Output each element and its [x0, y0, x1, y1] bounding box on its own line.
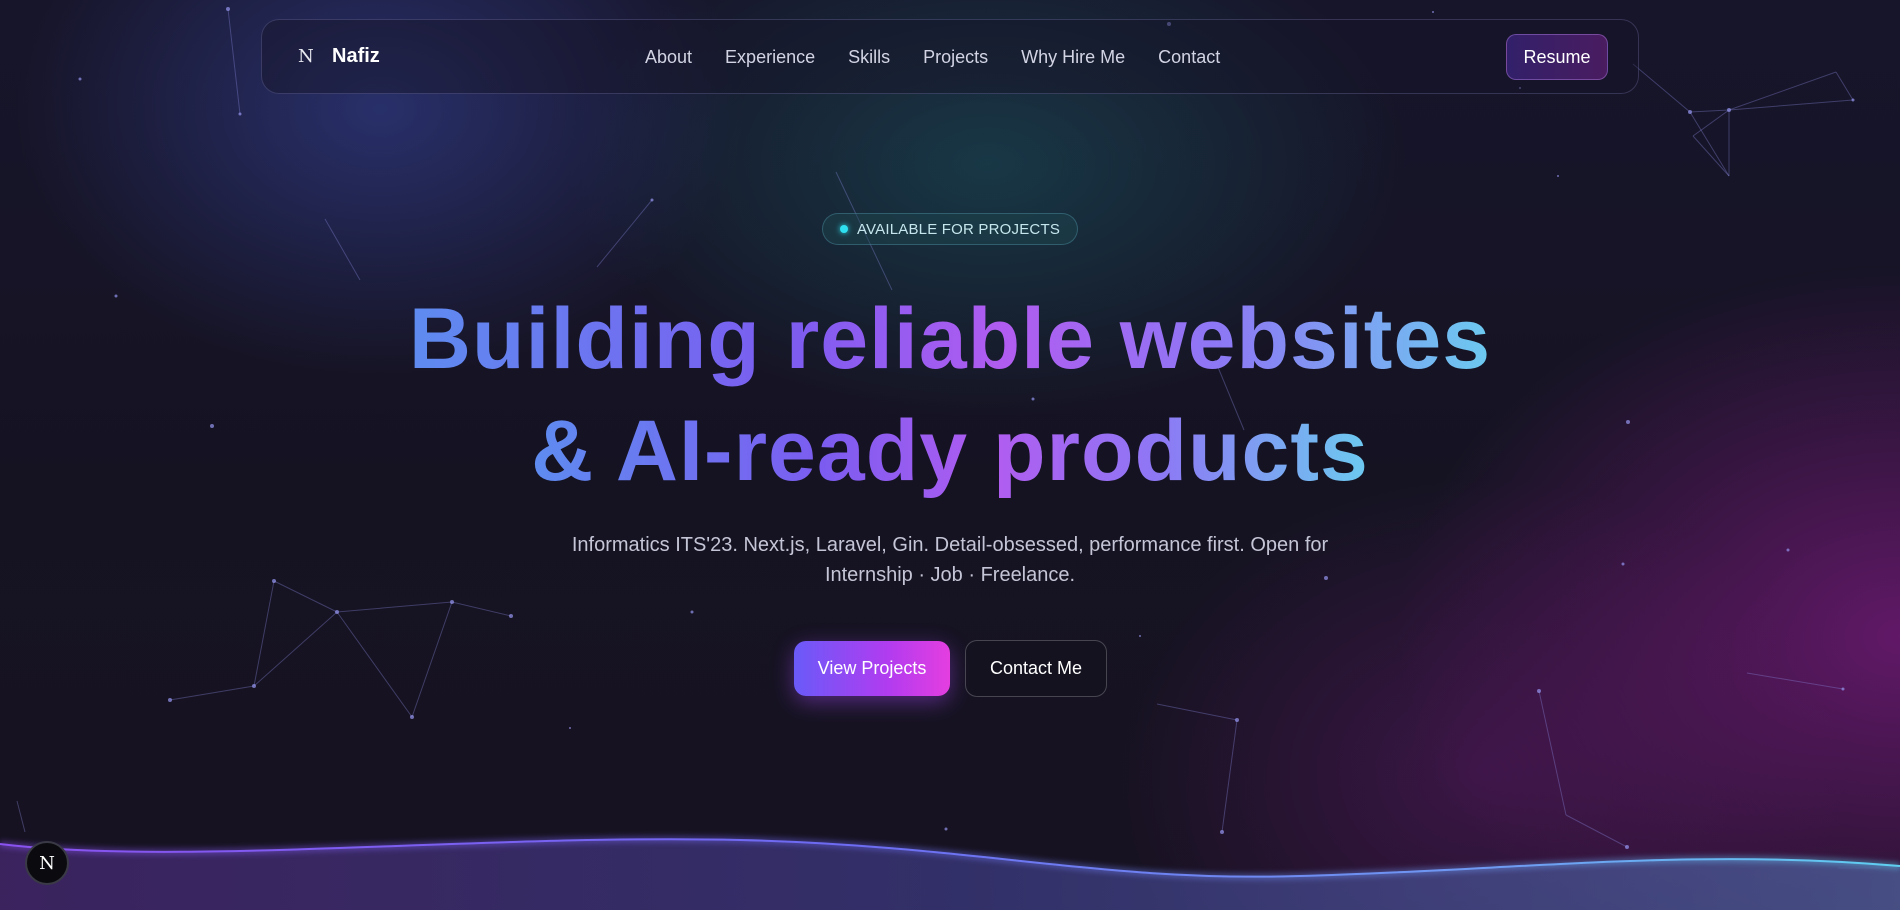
availability-text: AVAILABLE FOR PROJECTS — [856, 220, 1061, 238]
top-navbar: N Nafiz About Experience Skills Projects… — [261, 19, 1639, 94]
hero-subtitle: Informatics ITS'23. Next.js, Laravel, Gi… — [560, 530, 1340, 590]
status-dot-icon — [839, 225, 848, 233]
nav-link-projects[interactable]: Projects — [923, 47, 988, 68]
view-projects-button[interactable]: View Projects — [794, 641, 950, 696]
contact-me-button[interactable]: Contact Me — [965, 640, 1107, 697]
nav-link-why-hire-me[interactable]: Why Hire Me — [1021, 47, 1125, 68]
nav-link-about[interactable]: About — [645, 47, 692, 68]
nav-link-skills[interactable]: Skills — [848, 47, 890, 68]
brand-logo[interactable]: N Nafiz — [298, 45, 380, 68]
brand-name: Nafiz — [332, 45, 380, 67]
subtitle-line-1: Informatics ITS'23. Next.js, Laravel, Gi… — [571, 534, 1329, 556]
subtitle-line-2: Internship · Job · Freelance. — [824, 564, 1076, 586]
nav-links: About Experience Skills Projects Why Hir… — [645, 47, 1220, 68]
n-logo-icon: N — [298, 46, 314, 67]
nav-link-contact[interactable]: Contact — [1158, 47, 1220, 68]
nav-link-experience[interactable]: Experience — [725, 47, 815, 68]
wave-decoration — [0, 836, 1900, 910]
hero-headline: Building reliable websites & AI-ready pr… — [0, 283, 1900, 507]
resume-button[interactable]: Resume — [1506, 34, 1608, 80]
availability-badge: AVAILABLE FOR PROJECTS — [822, 213, 1078, 245]
headline-line-2: & AI-ready products — [531, 395, 1369, 507]
n-badge-icon[interactable]: N — [25, 841, 69, 885]
headline-line-1: Building reliable websites — [409, 283, 1491, 395]
